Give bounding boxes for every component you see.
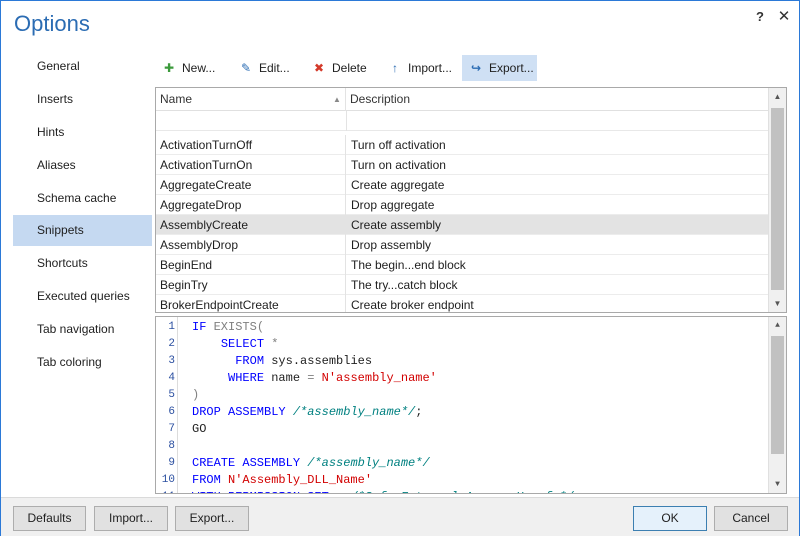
nav-item-tab-navigation[interactable]: Tab navigation [13, 314, 152, 345]
footer-import-button[interactable]: Import... [94, 506, 168, 531]
editor-scroll-down-icon[interactable]: ▼ [769, 476, 786, 493]
snippet-description: Drop assembly [351, 238, 432, 252]
footer-export-button[interactable]: Export... [175, 506, 249, 531]
nav-item-general[interactable]: General [13, 51, 152, 82]
scroll-up-icon[interactable]: ▲ [769, 88, 786, 105]
nav-item-snippets[interactable]: Snippets [13, 215, 152, 246]
line-number: 4 [168, 372, 175, 384]
code-line: CREATE ASSEMBLY /*assembly_name*/ [192, 456, 430, 470]
editor-vertical-scrollbar[interactable]: ▲ ▼ [768, 317, 786, 493]
table-row[interactable]: BrokerEndpointCreate Create broker endpo… [156, 295, 768, 312]
table-row[interactable]: AssemblyDrop Drop assembly [156, 235, 768, 255]
snippet-name: AggregateDrop [156, 195, 346, 215]
code-line: GO [192, 422, 207, 436]
column-header-name[interactable]: Name [156, 88, 346, 111]
sort-ascending-icon: ▲ [333, 95, 341, 104]
export-button[interactable]: ↪ Export... [462, 55, 537, 81]
table-row[interactable]: AggregateCreate Create aggregate [156, 175, 768, 195]
editor-scroll-up-icon[interactable]: ▲ [769, 317, 786, 334]
snippet-description: Drop aggregate [351, 198, 435, 212]
line-number: 7 [168, 423, 175, 435]
snippet-description: Create aggregate [351, 178, 445, 192]
snippet-description: Create assembly [351, 218, 442, 232]
options-dialog: Options ? ✕ General Inserts Hints Aliase… [0, 0, 800, 536]
delete-button[interactable]: ✖ Delete [305, 55, 377, 81]
nav-item-schema-cache[interactable]: Schema cache [13, 183, 152, 214]
line-number: 1 [168, 321, 175, 333]
column-header-description[interactable]: Description [346, 88, 768, 111]
table-row[interactable]: BeginTry The try...catch block [156, 275, 768, 295]
help-icon[interactable]: ? [753, 9, 767, 25]
new-label: New... [182, 61, 216, 75]
delete-label: Delete [332, 61, 367, 75]
snippet-name: AssemblyDrop [156, 235, 346, 255]
code-line: SELECT * [220, 337, 279, 351]
snippet-description: Create broker endpoint [351, 298, 474, 312]
dialog-footer: Defaults Import... Export... OK Cancel [1, 497, 799, 536]
snippet-description: The try...catch block [351, 278, 458, 292]
nav-item-shortcuts[interactable]: Shortcuts [13, 248, 152, 279]
table-row[interactable]: ActivationTurnOn Turn on activation [156, 155, 768, 175]
table-row[interactable]: AggregateDrop Drop aggregate [156, 195, 768, 215]
edit-label: Edit... [259, 61, 290, 75]
table-row[interactable]: ActivationTurnOff Turn off activation [156, 135, 768, 155]
line-number: 9 [168, 457, 175, 469]
line-number-gutter: 1 2 3 4 5 6 7 8 9 10 11 [156, 317, 178, 493]
snippet-name: BeginTry [156, 275, 346, 295]
ok-button[interactable]: OK [633, 506, 707, 531]
code-line: WHERE name = N'assembly_name' [228, 371, 437, 385]
snippet-name: AssemblyCreate [156, 215, 346, 235]
snippet-name: ActivationTurnOff [156, 135, 346, 155]
pencil-icon: ✎ [240, 61, 252, 75]
code-line: WITH PERMISSION_SET = /*Safe External_Ac… [192, 489, 581, 493]
snippet-name: AggregateCreate [156, 175, 346, 195]
snippets-grid: Name ▲ Description ActivationTurnOff Tur… [155, 87, 787, 313]
nav-item-tab-coloring[interactable]: Tab coloring [13, 347, 152, 378]
plus-icon: ✚ [163, 61, 175, 75]
line-number: 6 [168, 406, 175, 418]
filter-row[interactable] [156, 111, 768, 131]
code-line: DROP ASSEMBLY /*assembly_name*/; [192, 405, 423, 419]
import-arrow-icon: ↑ [392, 61, 398, 75]
line-number: 8 [168, 440, 175, 452]
code-line: IF EXISTS( [192, 320, 265, 334]
nav-item-hints[interactable]: Hints [13, 117, 152, 148]
import-button[interactable]: ↑ Import... [381, 55, 461, 81]
cancel-button[interactable]: Cancel [714, 506, 788, 531]
export-arrow-icon: ↪ [470, 61, 482, 75]
grid-scroll-thumb[interactable] [771, 108, 784, 290]
code-line: FROM N'Assembly_DLL_Name' [192, 473, 373, 487]
nav-item-aliases[interactable]: Aliases [13, 150, 152, 181]
code-line: FROM sys.assemblies [235, 354, 373, 368]
line-number: 3 [168, 355, 175, 367]
snippet-description: Turn on activation [351, 158, 446, 172]
line-number: 5 [168, 389, 175, 401]
snippet-name: ActivationTurnOn [156, 155, 346, 175]
defaults-button[interactable]: Defaults [13, 506, 86, 531]
table-row-selected[interactable]: AssemblyCreate Create assembly [156, 215, 768, 235]
snippet-name: BeginEnd [156, 255, 346, 275]
grid-vertical-scrollbar[interactable]: ▲ ▼ [768, 88, 786, 312]
dialog-title: Options [14, 11, 90, 36]
nav-item-inserts[interactable]: Inserts [13, 84, 152, 115]
snippet-description: Turn off activation [351, 138, 446, 152]
export-label: Export... [489, 61, 534, 75]
snippet-description: The begin...end block [351, 258, 466, 272]
delete-x-icon: ✖ [313, 61, 325, 75]
line-number: 11 [156, 489, 175, 493]
nav-item-executed-queries[interactable]: Executed queries [13, 281, 152, 312]
new-button[interactable]: ✚ New... [155, 55, 227, 81]
line-number: 10 [161, 474, 175, 486]
grid-header: Name ▲ Description [156, 88, 768, 111]
line-number: 2 [168, 338, 175, 350]
code-line: ) [192, 388, 200, 402]
table-row[interactable]: BeginEnd The begin...end block [156, 255, 768, 275]
scroll-down-icon[interactable]: ▼ [769, 295, 786, 312]
snippet-code-editor[interactable]: 1 2 3 4 5 6 7 8 9 10 11 IF EXISTS( SELEC… [155, 316, 787, 494]
editor-scroll-thumb[interactable] [771, 336, 784, 454]
close-icon[interactable]: ✕ [777, 9, 791, 25]
edit-button[interactable]: ✎ Edit... [232, 55, 300, 81]
snippet-name: BrokerEndpointCreate [156, 295, 346, 312]
import-label: Import... [408, 61, 453, 75]
